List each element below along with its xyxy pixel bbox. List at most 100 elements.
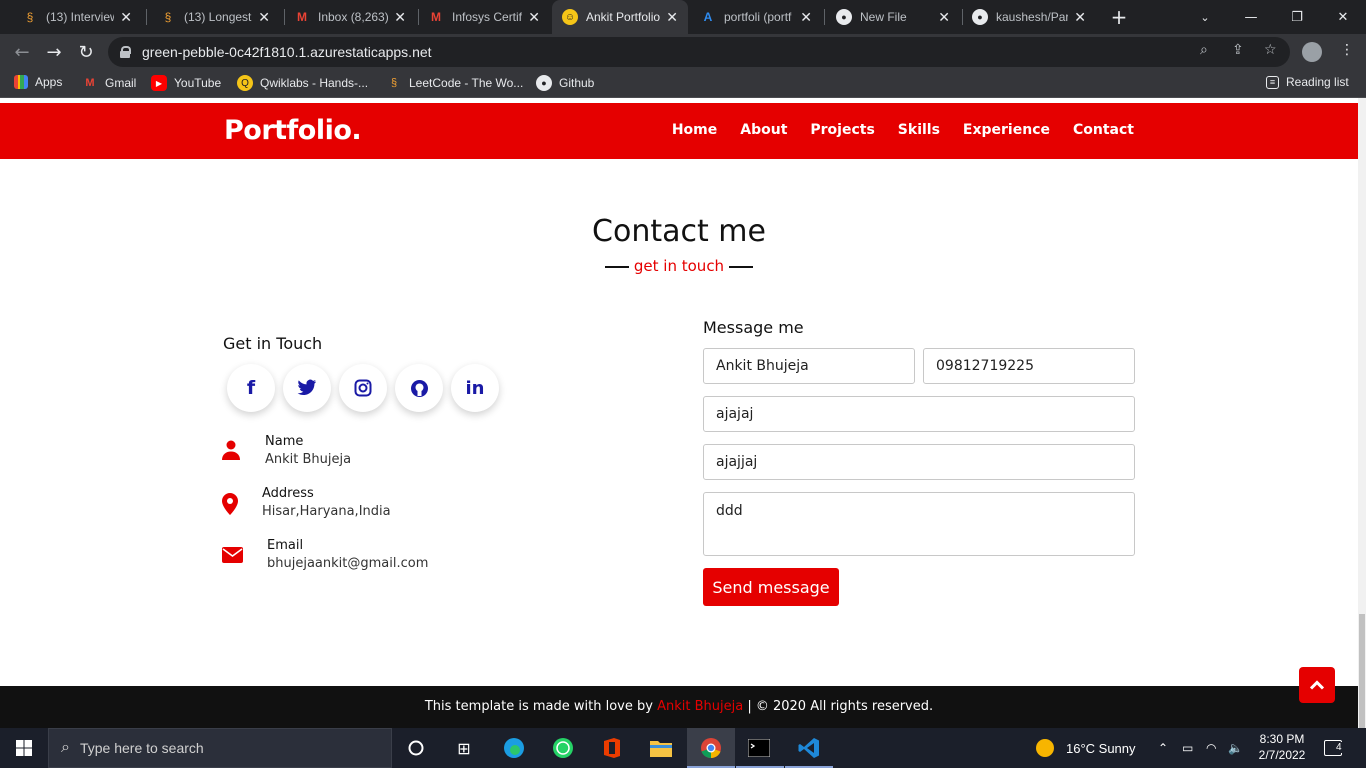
weather-widget[interactable]: 16°C Sunny — [1036, 728, 1136, 768]
close-icon[interactable]: ✕ — [528, 9, 540, 26]
back-icon[interactable]: ← — [11, 41, 33, 63]
battery-icon[interactable]: ▭ — [1182, 728, 1193, 768]
github-icon: ● — [972, 9, 988, 25]
edge-icon[interactable] — [502, 736, 526, 760]
close-icon[interactable]: ✕ — [258, 9, 270, 26]
web-page: Portfolio. Home About Projects Skills Ex… — [0, 98, 1358, 728]
tab-ankit-portfolio[interactable]: ☺ Ankit Portfolio ✕ — [552, 0, 688, 34]
new-tab-button[interactable]: + — [1096, 0, 1142, 34]
chevron-up-icon — [1310, 680, 1324, 690]
phone-field[interactable]: 09812719225 — [923, 348, 1135, 384]
site-logo[interactable]: Portfolio. — [224, 115, 362, 146]
info-name-label: Name — [265, 434, 304, 449]
profile-avatar[interactable] — [1302, 42, 1322, 62]
whatsapp-icon[interactable] — [551, 736, 575, 760]
bookmark-qwiklabs[interactable]: Q Qwiklabs - Hands-... — [237, 75, 368, 91]
message-textarea[interactable]: ddd — [703, 492, 1135, 556]
email-field[interactable]: ajajaj — [703, 396, 1135, 432]
windows-start-icon[interactable] — [12, 736, 36, 760]
page-scrollbar[interactable] — [1358, 98, 1366, 728]
lock-icon — [120, 46, 131, 58]
bookmark-gmail[interactable]: M Gmail — [82, 75, 136, 91]
linkedin-icon[interactable]: in — [451, 364, 499, 412]
envelope-icon — [222, 547, 243, 567]
share-icon[interactable]: ⇪ — [1232, 42, 1244, 58]
info-email-value: bhujejaankit@gmail.com — [267, 556, 429, 571]
close-icon[interactable]: ✕ — [800, 9, 812, 26]
nav-about[interactable]: About — [740, 122, 787, 138]
twitter-icon[interactable] — [283, 364, 331, 412]
bookmark-star-icon[interactable]: ☆ — [1264, 42, 1277, 58]
gmail-icon: M — [297, 10, 307, 24]
tab-kaushesh[interactable]: ● kaushesh/Par ✕ — [962, 0, 1096, 34]
menu-kebab-icon[interactable]: ⋮ — [1340, 42, 1354, 58]
instagram-icon[interactable] — [339, 364, 387, 412]
browser-tab-bar: § (13) Interview ✕ § (13) Longest ✕ M In… — [0, 0, 1366, 34]
geeksforgeeks-icon: § — [26, 10, 34, 24]
system-clock[interactable]: 8:30 PM 2/7/2022 — [1254, 731, 1310, 763]
wifi-icon[interactable]: ◠ — [1206, 728, 1216, 768]
chrome-icon[interactable] — [699, 736, 723, 760]
nav-projects[interactable]: Projects — [810, 122, 874, 138]
tab-longest[interactable]: § (13) Longest ✕ — [150, 0, 280, 34]
info-name-value: Ankit Bhujeja — [265, 452, 352, 467]
minimize-button[interactable]: — — [1228, 0, 1274, 34]
chevron-up-icon[interactable]: ⌃ — [1158, 728, 1168, 768]
author-link[interactable]: Ankit Bhujeja — [657, 699, 743, 714]
bookmark-apps[interactable]: Apps — [14, 75, 62, 89]
url-bar[interactable]: green-pebble-0c42f1810.1.azurestaticapps… — [108, 37, 1290, 67]
subject-field[interactable]: ajajjaj — [703, 444, 1135, 480]
tab-search-icon[interactable]: ⌄ — [1182, 0, 1228, 34]
leetcode-icon: § — [390, 77, 398, 89]
tab-inbox[interactable]: M Inbox (8,263) ✕ — [284, 0, 416, 34]
nav-contact[interactable]: Contact — [1073, 122, 1134, 138]
task-view-icon[interactable]: ⊞ — [452, 736, 476, 760]
restore-button[interactable]: ❐ — [1274, 0, 1320, 34]
cortana-icon[interactable] — [404, 736, 428, 760]
forward-icon[interactable]: → — [43, 41, 65, 63]
tab-portfoli[interactable]: A portfoli (portf ✕ — [690, 0, 822, 34]
close-icon[interactable]: ✕ — [1074, 9, 1086, 26]
gmail-icon: M — [85, 77, 95, 89]
close-icon[interactable]: ✕ — [938, 9, 950, 26]
reload-icon[interactable]: ↻ — [75, 41, 97, 63]
tab-infosys[interactable]: M Infosys Certifi ✕ — [418, 0, 550, 34]
nav-home[interactable]: Home — [672, 122, 717, 138]
tab-separator — [824, 9, 825, 25]
facebook-icon[interactable]: f — [227, 364, 275, 412]
info-address-label: Address — [262, 486, 314, 501]
tab-separator — [146, 9, 147, 25]
nav-skills[interactable]: Skills — [898, 122, 940, 138]
send-message-button[interactable]: Send message — [703, 568, 839, 606]
site-footer: This template is made with love by Ankit… — [0, 686, 1358, 728]
github-icon[interactable] — [395, 364, 443, 412]
reading-list[interactable]: ≡ Reading list — [1266, 75, 1349, 89]
info-email-label: Email — [267, 538, 304, 553]
bookmark-leetcode[interactable]: § LeetCode - The Wo... — [386, 75, 523, 91]
tab-interview[interactable]: § (13) Interview ✕ — [12, 0, 142, 34]
terminal-icon[interactable] — [747, 736, 771, 760]
vscode-icon[interactable] — [797, 736, 821, 760]
close-icon[interactable]: ✕ — [120, 9, 132, 26]
office-icon[interactable] — [600, 736, 624, 760]
name-field[interactable]: Ankit Bhujeja — [703, 348, 915, 384]
notification-center-icon[interactable]: 4 — [1324, 728, 1342, 768]
scroll-to-top-button[interactable] — [1299, 667, 1335, 703]
nav-menu: Home About Projects Skills Experience Co… — [672, 122, 1134, 138]
bookmark-github[interactable]: ● Github — [536, 75, 594, 91]
nav-experience[interactable]: Experience — [963, 122, 1050, 138]
close-icon[interactable]: ✕ — [394, 9, 406, 26]
zoom-icon[interactable]: ⌕ — [1200, 42, 1208, 58]
section-subtitle: get in touch — [0, 257, 1358, 275]
volume-icon[interactable]: 🔈 — [1228, 728, 1243, 768]
taskbar-search-input[interactable]: ⌕ Type here to search — [48, 728, 392, 768]
file-explorer-icon[interactable] — [649, 736, 673, 760]
close-window-button[interactable]: ✕ — [1320, 0, 1366, 34]
scrollbar-thumb[interactable] — [1359, 614, 1365, 728]
divider — [729, 265, 754, 268]
tab-new-file[interactable]: ● New File ✕ — [826, 0, 960, 34]
close-icon[interactable]: ✕ — [666, 9, 678, 26]
bookmark-youtube[interactable]: ▶ YouTube — [151, 75, 221, 91]
reading-list-icon: ≡ — [1266, 75, 1279, 89]
site-navbar: Portfolio. Home About Projects Skills Ex… — [0, 103, 1358, 159]
